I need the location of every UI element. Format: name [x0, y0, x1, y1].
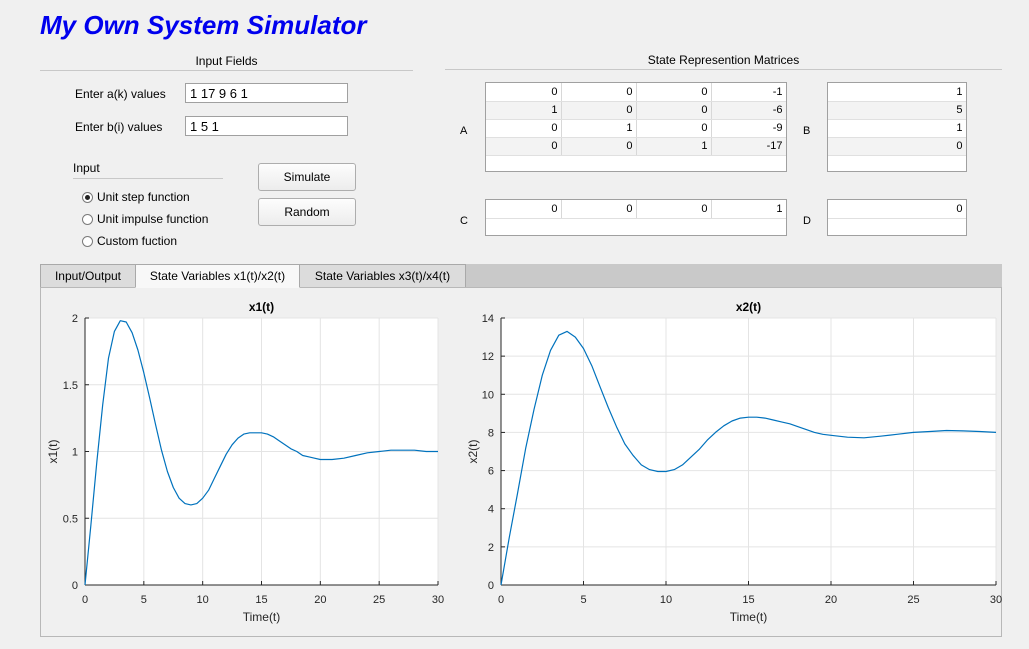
y-tick-label: 10	[482, 389, 494, 401]
charts-layer: 0 5 10 15 20 25 3000.511.52x1(t)Time(t)x1(t)0 5…	[46, 300, 1002, 624]
x-axis-label: Time(t)	[730, 610, 768, 624]
y-axis-label: x2(t)	[466, 439, 480, 463]
y-tick-label: 0	[72, 580, 78, 592]
x-tick-label: 30	[990, 594, 1002, 606]
x-tick-label: 15	[255, 594, 267, 606]
y-tick-label: 12	[482, 351, 494, 363]
x-tick-label: 5	[141, 594, 147, 606]
y-tick-label: 8	[488, 427, 494, 439]
x-tick-label: 30	[432, 594, 444, 606]
y-tick-label: 0.5	[63, 513, 78, 525]
x-tick-label: 25	[373, 594, 385, 606]
y-tick-label: 0	[488, 580, 494, 592]
x-tick-label: 20	[825, 594, 837, 606]
x-tick-label: 0	[498, 594, 504, 606]
y-axis-label: x1(t)	[46, 439, 60, 463]
chart-title: x2(t)	[736, 300, 761, 314]
chart-1: 0 5 10 15 20 25 30 0 0.5 1 1.5 2 x1(t) Time(t) x1(t)	[46, 300, 444, 624]
x-tick-label: 10	[197, 594, 209, 606]
y-tick-label: 4	[488, 504, 494, 516]
x-tick-label: 10	[660, 594, 672, 606]
y-tick-label: 2	[488, 542, 494, 554]
y-tick-label: 14	[482, 313, 494, 325]
tab-state-variables-x1-x2[interactable]: State Variables x1(t)/x2(t)	[135, 264, 300, 288]
y-tick-label: 6	[488, 466, 494, 478]
y-tick-label: 2	[72, 313, 78, 325]
chart-title: x1(t)	[249, 300, 274, 314]
x-tick-label: 0	[82, 594, 88, 606]
x-tick-label: 15	[742, 594, 754, 606]
x-tick-label: 5	[580, 594, 586, 606]
x-tick-label: 25	[907, 594, 919, 606]
y-tick-label: 1.5	[63, 380, 78, 392]
chart-2: 0 5 10 15 20 25 30 0 2 4 6 8 10 12 14 x2(t) Time(t) x2(t)	[466, 300, 1002, 624]
x-tick-label: 20	[314, 594, 326, 606]
y-tick-label: 1	[72, 447, 78, 459]
x-axis-label: Time(t)	[243, 610, 281, 624]
